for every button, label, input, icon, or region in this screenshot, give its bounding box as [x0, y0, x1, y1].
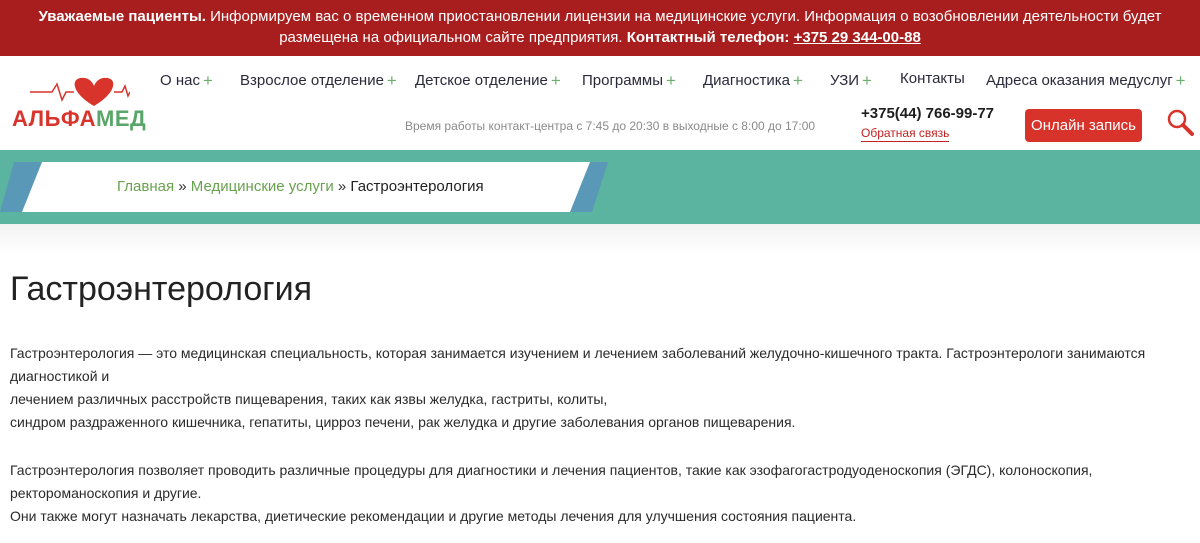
procedures-paragraph: Гастроэнтерология позволяет проводить ра… — [10, 459, 1160, 528]
paragraph-line: Гастроэнтерология позволяет проводить ра… — [10, 462, 1093, 478]
nav-item-contacts[interactable]: Контакты — [900, 70, 965, 87]
nav-item-children[interactable]: Детское отделение + — [415, 70, 561, 90]
nav-item-about[interactable]: О нас + — [160, 70, 213, 90]
logo-text: АЛЬФАМЕД — [12, 106, 146, 132]
callback-link[interactable]: Обратная связь — [861, 126, 950, 142]
nav-item-programs[interactable]: Программы + — [582, 70, 676, 90]
section-divider — [0, 224, 1200, 254]
nav-item-label: Взрослое отделение — [240, 72, 384, 89]
nav-item-label: О нас — [160, 72, 200, 89]
paragraph-line: Они также могут назначать лекарства, дие… — [10, 508, 857, 524]
nav-item-adult[interactable]: Взрослое отделение + — [240, 70, 397, 90]
notice-lead: Уважаемые пациенты. — [38, 8, 206, 25]
nav-item-label: Детское отделение — [415, 72, 548, 89]
plus-icon: + — [666, 71, 676, 90]
nav-item-label: Диагностика — [703, 72, 790, 89]
nav-item-diagnostics[interactable]: Диагностика + — [703, 70, 803, 90]
paragraph-line: ректороманоскопия и другие. — [10, 485, 202, 501]
heart-pulse-icon — [30, 77, 130, 106]
site-header: АЛЬФАМЕД О нас + Взрослое отделение + Детс… — [0, 56, 1200, 150]
notice-line-2: размещена на официальном сайте предприят… — [0, 27, 1200, 48]
notice-text-2: размещена на официальном сайте предприят… — [279, 29, 627, 46]
notice-phone-label: Контактный телефон: — [626, 29, 794, 46]
site-logo[interactable]: АЛЬФАМЕД — [12, 74, 146, 136]
plus-icon: + — [550, 71, 561, 90]
online-booking-button[interactable]: Онлайн запись — [1025, 109, 1142, 142]
logo-text-alpha: АЛЬФА — [12, 106, 97, 131]
notice-phone-link[interactable]: +375 29 344-00-88 — [794, 29, 921, 46]
plus-icon: + — [862, 71, 872, 90]
notice-text-1: Информируем вас о временном приостановле… — [205, 8, 1162, 25]
page-title: Гастроэнтерология — [10, 270, 313, 308]
logo-text-med: МЕД — [96, 106, 147, 131]
breadcrumb-separator: » — [333, 178, 351, 195]
breadcrumb-medical-services[interactable]: Медицинские услуги — [191, 178, 334, 195]
header-phone[interactable]: +375(44) 766-99-77 — [861, 105, 994, 122]
breadcrumb: Главная » Медицинские услуги » Гастроэнт… — [117, 178, 484, 195]
plus-icon: + — [792, 71, 803, 90]
license-notice-banner: Уважаемые пациенты. Информируем вас о вр… — [0, 0, 1200, 56]
breadcrumb-current: Гастроэнтерология — [350, 178, 484, 195]
breadcrumb-band: Главная » Медицинские услуги » Гастроэнт… — [0, 150, 1200, 224]
nav-item-label: УЗИ — [830, 72, 860, 89]
plus-icon: + — [386, 71, 397, 90]
nav-item-label: Контакты — [900, 70, 965, 87]
search-icon[interactable] — [1166, 108, 1194, 136]
nav-item-ultrasound[interactable]: УЗИ + — [830, 70, 872, 90]
paragraph-line: синдром раздраженного кишечника, гепатит… — [10, 414, 796, 430]
nav-item-label: Адреса оказания медуслуг — [986, 72, 1173, 89]
paragraph-line: лечением различных расстройств пищеварен… — [10, 391, 608, 407]
call-center-hours: Время работы контакт-центра с 7:45 до 20… — [405, 119, 816, 133]
paragraph-line: Гастроэнтерология — это медицинская спец… — [10, 345, 1146, 361]
nav-item-label: Программы — [582, 72, 664, 89]
intro-paragraph: Гастроэнтерология — это медицинская спец… — [10, 342, 1160, 434]
plus-icon: + — [202, 71, 213, 90]
breadcrumb-home[interactable]: Главная — [117, 178, 174, 195]
plus-icon: + — [1175, 71, 1186, 90]
paragraph-line: диагностикой и — [10, 368, 110, 384]
notice-line-1: Уважаемые пациенты. Информируем вас о вр… — [0, 6, 1200, 27]
nav-item-addresses[interactable]: Адреса оказания медуслуг + — [986, 70, 1186, 90]
breadcrumb-separator: » — [174, 178, 191, 195]
